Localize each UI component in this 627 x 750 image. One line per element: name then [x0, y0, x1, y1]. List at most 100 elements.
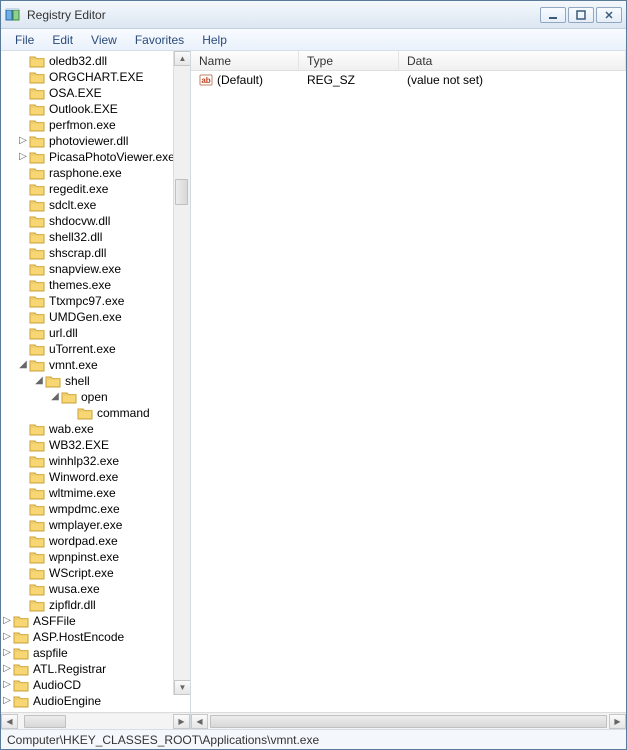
- tree-item[interactable]: url.dll: [1, 325, 175, 341]
- tree-item[interactable]: WScript.exe: [1, 565, 175, 581]
- scroll-track[interactable]: [18, 714, 173, 729]
- tree-item[interactable]: ORGCHART.EXE: [1, 69, 175, 85]
- tree-item[interactable]: ▷ ATL.Registrar: [1, 661, 175, 677]
- tree-item[interactable]: perfmon.exe: [1, 117, 175, 133]
- tree-item[interactable]: command: [1, 405, 175, 421]
- tree-item[interactable]: wordpad.exe: [1, 533, 175, 549]
- expander-open-icon[interactable]: ◢: [49, 389, 61, 405]
- detail-horizontal-scrollbar[interactable]: ◀ ▶: [191, 712, 626, 729]
- tree-item[interactable]: wab.exe: [1, 421, 175, 437]
- scroll-down-arrow[interactable]: ▼: [174, 680, 190, 695]
- menu-file[interactable]: File: [7, 31, 42, 49]
- scroll-track[interactable]: [208, 714, 609, 729]
- tree-item-label: AudioCD: [33, 677, 81, 693]
- menu-edit[interactable]: Edit: [44, 31, 81, 49]
- expander-closed-icon[interactable]: ▷: [1, 693, 13, 709]
- menu-view[interactable]: View: [83, 31, 125, 49]
- tree-pane: oledb32.dllORGCHART.EXEOSA.EXEOutlook.EX…: [1, 51, 191, 729]
- folder-icon: [45, 375, 61, 388]
- scroll-up-arrow[interactable]: ▲: [174, 51, 190, 66]
- column-header-data[interactable]: Data: [399, 51, 626, 70]
- folder-icon: [29, 279, 45, 292]
- column-header-name[interactable]: Name: [191, 51, 299, 70]
- tree-horizontal-scrollbar[interactable]: ◀ ▶: [1, 712, 190, 729]
- tree-item[interactable]: OSA.EXE: [1, 85, 175, 101]
- tree-item[interactable]: ▷ASFFile: [1, 613, 175, 629]
- tree-item[interactable]: WB32.EXE: [1, 437, 175, 453]
- tree-item-label: wmpdmc.exe: [49, 501, 120, 517]
- tree-item[interactable]: snapview.exe: [1, 261, 175, 277]
- folder-icon: [29, 343, 45, 356]
- menu-favorites[interactable]: Favorites: [127, 31, 192, 49]
- scroll-left-arrow[interactable]: ◀: [1, 714, 18, 729]
- folder-icon: [29, 423, 45, 436]
- tree-scroll[interactable]: oledb32.dllORGCHART.EXEOSA.EXEOutlook.EX…: [1, 51, 190, 712]
- scroll-right-arrow[interactable]: ▶: [609, 714, 626, 729]
- scroll-thumb[interactable]: [24, 715, 66, 728]
- menu-help[interactable]: Help: [194, 31, 235, 49]
- tree-item[interactable]: rasphone.exe: [1, 165, 175, 181]
- tree-item[interactable]: themes.exe: [1, 277, 175, 293]
- scroll-thumb[interactable]: [210, 715, 607, 728]
- scroll-track[interactable]: [174, 66, 190, 680]
- folder-icon: [13, 631, 29, 644]
- menubar: File Edit View Favorites Help: [1, 29, 626, 51]
- tree-item[interactable]: UMDGen.exe: [1, 309, 175, 325]
- close-button[interactable]: [596, 7, 622, 23]
- tree-item[interactable]: Ttxmpc97.exe: [1, 293, 175, 309]
- tree-item[interactable]: wpnpinst.exe: [1, 549, 175, 565]
- expander-closed-icon[interactable]: ▷: [1, 677, 13, 693]
- tree-item[interactable]: ◢open: [1, 389, 175, 405]
- tree-item[interactable]: oledb32.dll: [1, 53, 175, 69]
- tree-item[interactable]: shell32.dll: [1, 229, 175, 245]
- tree-item[interactable]: regedit.exe: [1, 181, 175, 197]
- tree-item[interactable]: shdocvw.dll: [1, 213, 175, 229]
- tree-item[interactable]: ▷PicasaPhotoViewer.exe: [1, 149, 175, 165]
- expander-open-icon[interactable]: ◢: [33, 373, 45, 389]
- expander-closed-icon[interactable]: ▷: [1, 629, 13, 645]
- expander-closed-icon[interactable]: ▷: [1, 645, 13, 661]
- tree-item[interactable]: wusa.exe: [1, 581, 175, 597]
- tree-item-label: vmnt.exe: [49, 357, 98, 373]
- folder-icon: [29, 247, 45, 260]
- tree-item-label: ATL.Registrar: [33, 661, 106, 677]
- tree-item[interactable]: ▷photoviewer.dll: [1, 133, 175, 149]
- tree-item[interactable]: zipfldr.dll: [1, 597, 175, 613]
- tree-item[interactable]: sdclt.exe: [1, 197, 175, 213]
- tree-item-label: AudioEngine: [33, 693, 101, 709]
- tree-item[interactable]: ▷ AudioCD: [1, 677, 175, 693]
- scroll-left-arrow[interactable]: ◀: [191, 714, 208, 729]
- expander-closed-icon[interactable]: ▷: [1, 661, 13, 677]
- folder-icon: [29, 487, 45, 500]
- string-value-icon: ab: [199, 73, 213, 87]
- minimize-button[interactable]: [540, 7, 566, 23]
- detail-body[interactable]: ab (Default) REG_SZ (value not set): [191, 71, 626, 712]
- expander-open-icon[interactable]: ◢: [17, 357, 29, 373]
- expander-closed-icon[interactable]: ▷: [17, 133, 29, 149]
- value-row[interactable]: ab (Default) REG_SZ (value not set): [191, 71, 626, 89]
- scroll-thumb[interactable]: [175, 179, 188, 205]
- tree-item[interactable]: ▷ AudioEngine: [1, 693, 175, 709]
- tree-item[interactable]: wmpdmc.exe: [1, 501, 175, 517]
- expander-closed-icon[interactable]: ▷: [17, 149, 29, 165]
- tree-item[interactable]: Winword.exe: [1, 469, 175, 485]
- tree-item[interactable]: winhlp32.exe: [1, 453, 175, 469]
- maximize-button[interactable]: [568, 7, 594, 23]
- folder-icon: [29, 183, 45, 196]
- tree-item[interactable]: ▷aspfile: [1, 645, 175, 661]
- expander-closed-icon[interactable]: ▷: [1, 613, 13, 629]
- tree-item[interactable]: ◢ vmnt.exe: [1, 357, 175, 373]
- tree-vertical-scrollbar[interactable]: ▲ ▼: [173, 51, 190, 695]
- titlebar[interactable]: Registry Editor: [1, 1, 626, 29]
- folder-icon: [29, 119, 45, 132]
- tree-item[interactable]: shscrap.dll: [1, 245, 175, 261]
- tree-item-label: url.dll: [49, 325, 78, 341]
- tree-item[interactable]: ▷ASP.HostEncode: [1, 629, 175, 645]
- tree-item[interactable]: wltmime.exe: [1, 485, 175, 501]
- tree-item[interactable]: ◢shell: [1, 373, 175, 389]
- tree-item[interactable]: Outlook.EXE: [1, 101, 175, 117]
- scroll-right-arrow[interactable]: ▶: [173, 714, 190, 729]
- tree-item[interactable]: wmplayer.exe: [1, 517, 175, 533]
- column-header-type[interactable]: Type: [299, 51, 399, 70]
- tree-item[interactable]: uTorrent.exe: [1, 341, 175, 357]
